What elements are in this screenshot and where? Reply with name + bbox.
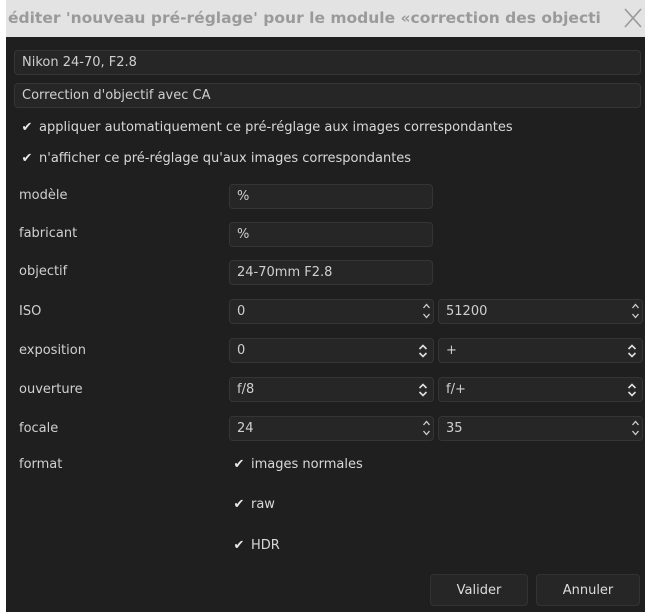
exposure-label: exposition — [19, 343, 86, 358]
aperture-min-select[interactable]: f/8 — [229, 377, 434, 402]
lens-value: 24-70mm F2.8 — [237, 265, 333, 280]
focal-max-value: 35 — [446, 421, 463, 436]
model-value: % — [237, 189, 250, 204]
format-normal-label: images normales — [251, 457, 363, 472]
ok-button[interactable]: Valider — [430, 574, 528, 606]
auto-apply-checkbox[interactable]: ✔ appliquer automatiquement ce pré-réglag… — [20, 117, 513, 139]
checkmark-icon: ✔ — [21, 151, 33, 166]
window-title: éditer 'nouveau pré-réglage' pour le mod… — [8, 9, 601, 27]
preset-name-value: Nikon 24-70, F2.8 — [22, 55, 137, 70]
checkmark-icon: ✔ — [233, 538, 245, 553]
aperture-min-value: f/8 — [237, 382, 255, 397]
iso-min-value: 0 — [237, 304, 246, 319]
maker-label: fabricant — [19, 226, 78, 241]
checkmark-icon: ✔ — [233, 497, 245, 512]
preset-description-field[interactable]: Correction d'objectif avec CA — [14, 83, 641, 108]
focal-label: focale — [19, 421, 59, 436]
iso-label: ISO — [19, 304, 42, 319]
close-icon[interactable] — [623, 7, 643, 29]
focal-max-spinner[interactable]: 35 — [438, 416, 643, 441]
format-hdr-label: HDR — [251, 538, 280, 553]
title-bar: éditer 'nouveau pré-réglage' pour le mod… — [6, 0, 645, 37]
format-label: format — [19, 457, 63, 472]
model-label: modèle — [19, 188, 68, 203]
format-raw-checkbox[interactable]: ✔ raw — [232, 494, 275, 516]
preset-description-value: Correction d'objectif avec CA — [22, 88, 211, 103]
maker-field[interactable]: % — [229, 222, 433, 247]
exposure-min-select[interactable]: 0 — [229, 338, 434, 363]
updown-chevron-icon — [418, 344, 428, 358]
focal-min-value: 24 — [237, 421, 254, 436]
auto-apply-label: appliquer automatiquement ce pré-réglage… — [39, 120, 513, 135]
spin-arrows-icon[interactable] — [422, 419, 431, 437]
maker-value: % — [237, 227, 250, 242]
format-hdr-checkbox[interactable]: ✔ HDR — [232, 535, 280, 557]
updown-chevron-icon — [627, 344, 637, 358]
exposure-min-value: 0 — [237, 343, 246, 358]
filter-label: n'afficher ce pré-réglage qu'aux images … — [39, 151, 412, 166]
iso-max-spinner[interactable]: 51200 — [438, 299, 643, 324]
lens-label: objectif — [19, 264, 68, 279]
spin-arrows-icon[interactable] — [422, 302, 431, 320]
cancel-button[interactable]: Annuler — [536, 574, 640, 606]
iso-max-value: 51200 — [446, 304, 488, 319]
spin-arrows-icon[interactable] — [631, 419, 640, 437]
iso-min-spinner[interactable]: 0 — [229, 299, 434, 324]
aperture-label: ouverture — [19, 382, 83, 397]
checkmark-icon: ✔ — [233, 457, 245, 472]
model-field[interactable]: % — [229, 184, 433, 209]
spin-arrows-icon[interactable] — [631, 302, 640, 320]
format-raw-label: raw — [251, 497, 275, 512]
checkmark-icon: ✔ — [21, 120, 33, 135]
screen-edge — [0, 520, 6, 612]
filter-checkbox[interactable]: ✔ n'afficher ce pré-réglage qu'aux images… — [20, 148, 412, 170]
preset-name-field[interactable]: Nikon 24-70, F2.8 — [14, 50, 641, 75]
exposure-max-value: + — [446, 343, 457, 358]
aperture-max-select[interactable]: f/+ — [438, 377, 643, 402]
aperture-max-value: f/+ — [446, 382, 466, 397]
exposure-max-select[interactable]: + — [438, 338, 643, 363]
focal-min-spinner[interactable]: 24 — [229, 416, 434, 441]
updown-chevron-icon — [418, 383, 428, 397]
updown-chevron-icon — [627, 383, 637, 397]
preset-dialog: éditer 'nouveau pré-réglage' pour le mod… — [6, 0, 645, 612]
format-normal-checkbox[interactable]: ✔ images normales — [232, 454, 363, 476]
lens-field[interactable]: 24-70mm F2.8 — [229, 260, 433, 285]
